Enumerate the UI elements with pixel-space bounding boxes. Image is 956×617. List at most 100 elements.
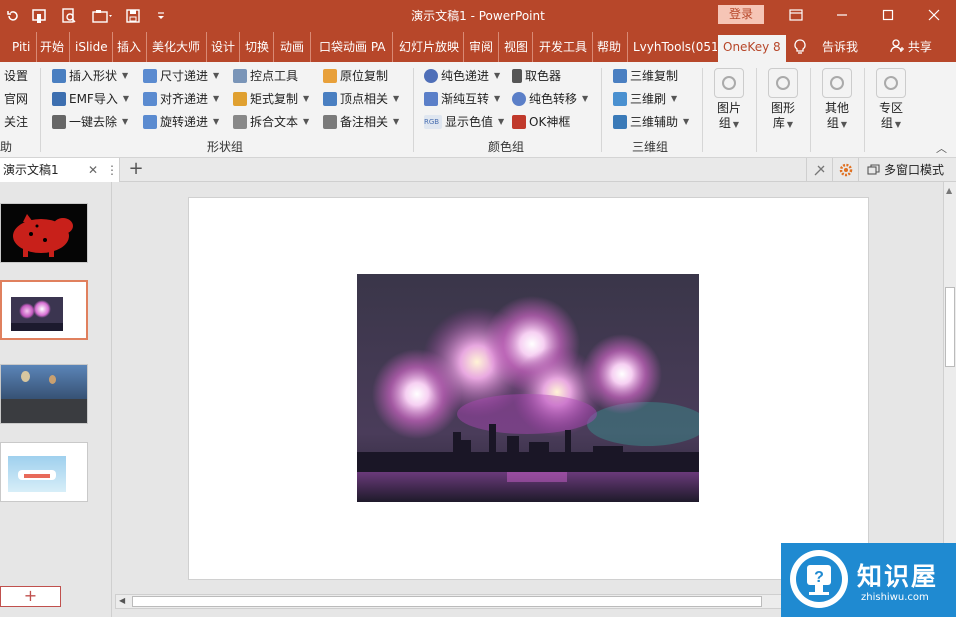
- cube-icon: [613, 92, 627, 106]
- gear-icon[interactable]: [832, 158, 858, 182]
- login-button[interactable]: 登录: [718, 5, 764, 24]
- horizontal-scroll-thumb[interactable]: [132, 596, 762, 607]
- solid-transfer-button[interactable]: 纯色转移 ▼: [512, 89, 588, 109]
- vertex-related-button[interactable]: 顶点相关 ▼: [323, 89, 399, 109]
- share-label: 共享: [907, 40, 932, 54]
- tab-transitions[interactable]: 切换: [241, 32, 274, 62]
- tab-piti[interactable]: Piti: [8, 32, 37, 62]
- tab-animations[interactable]: 动画: [275, 32, 311, 62]
- tab-review[interactable]: 审阅: [465, 32, 499, 62]
- gradient-solid-convert-button[interactable]: 渐纯互转 ▼: [424, 89, 500, 109]
- camera-icon[interactable]: [88, 5, 118, 27]
- new-tab-icon[interactable]: +: [124, 158, 148, 182]
- emf-icon: [52, 92, 66, 106]
- ribbon-display-icon[interactable]: [784, 4, 808, 26]
- close-tab-icon[interactable]: ✕: [88, 158, 98, 182]
- vertical-scroll-thumb[interactable]: [945, 287, 955, 367]
- scroll-up-icon[interactable]: ▲: [946, 186, 952, 195]
- color-picker-button[interactable]: 取色器: [512, 66, 561, 86]
- tab-view[interactable]: 视图: [500, 32, 533, 62]
- slide-thumbnail[interactable]: [0, 364, 88, 424]
- size-progression-button[interactable]: 尺寸递进 ▼: [143, 66, 219, 86]
- ok-frame-button[interactable]: OK神框: [512, 112, 570, 132]
- separator: [40, 68, 41, 152]
- customize-icon[interactable]: [150, 5, 172, 27]
- document-tab[interactable]: 演示文稿1 ✕ ⋮: [0, 158, 120, 182]
- vertical-scrollbar[interactable]: ▲: [943, 182, 956, 592]
- other-group-button[interactable]: 其他组 ▼: [817, 68, 857, 132]
- maximize-icon[interactable]: [876, 4, 900, 26]
- balloons-thumbnail-image: [1, 365, 87, 423]
- 3d-brush-button[interactable]: 三维刷 ▼: [613, 89, 677, 109]
- add-slide-button[interactable]: +: [0, 586, 61, 607]
- align-icon: [143, 92, 157, 106]
- tab-insert[interactable]: 插入: [114, 32, 147, 62]
- insert-shape-button[interactable]: 插入形状 ▼: [52, 66, 128, 86]
- separator: [601, 68, 602, 152]
- one-click-remove-button[interactable]: 一键去除 ▼: [52, 112, 128, 132]
- slide-thumbnails-pane: +: [0, 182, 112, 617]
- 3d-copy-button[interactable]: 三维复制: [613, 66, 678, 86]
- tab-home[interactable]: 开始: [38, 32, 70, 62]
- tab-developer[interactable]: 开发工具: [534, 32, 593, 62]
- windows-icon: [867, 164, 880, 175]
- align-progression-button[interactable]: 对齐递进 ▼: [143, 89, 219, 109]
- website-button[interactable]: 官网: [4, 89, 28, 109]
- group-label-color: 颜色组: [488, 140, 525, 154]
- tab-lvyhtools[interactable]: LvyhTools(051: [629, 32, 717, 62]
- slide-thumbnail-selected[interactable]: [0, 280, 88, 340]
- pin-icon[interactable]: [806, 158, 832, 182]
- tab-help[interactable]: 帮助: [594, 32, 628, 62]
- multi-window-button[interactable]: 多窗口模式: [858, 158, 944, 182]
- matrix-copy-button[interactable]: 矩式复制 ▼: [233, 89, 309, 109]
- show-color-value-button[interactable]: RGB 显示色值 ▼: [424, 112, 504, 132]
- minimize-icon[interactable]: [830, 4, 854, 26]
- piti-icon[interactable]: [28, 5, 50, 27]
- settings-button[interactable]: 设置: [4, 66, 28, 86]
- solid-progression-button[interactable]: 纯色递进 ▼: [424, 66, 500, 86]
- tab-meihua[interactable]: 美化大师: [148, 32, 207, 62]
- fireworks-thumbnail-image: [11, 297, 63, 331]
- close-icon[interactable]: [922, 4, 946, 26]
- horizontal-scrollbar[interactable]: ◀: [115, 594, 783, 609]
- tab-pocket-animation[interactable]: 口袋动画 PA: [312, 32, 393, 62]
- tab-slideshow[interactable]: 幻灯片放映: [394, 32, 464, 62]
- tab-onekey[interactable]: OneKey 8: [718, 35, 786, 62]
- handle-tool-button[interactable]: 控点工具: [233, 66, 298, 86]
- preview-icon[interactable]: [58, 5, 80, 27]
- tell-me-box[interactable]: 告诉我: [822, 32, 858, 62]
- group-label-shape: 形状组: [207, 140, 244, 154]
- share-button[interactable]: 共享: [890, 32, 932, 62]
- shape-library-button[interactable]: 图形库 ▼: [763, 68, 803, 132]
- watermark-url: zhishiwu.com: [861, 592, 929, 603]
- special-zone-button[interactable]: 专区组 ▼: [871, 68, 911, 132]
- scroll-left-icon[interactable]: ◀: [119, 596, 125, 605]
- slide-thumbnail[interactable]: [0, 442, 88, 502]
- rotate-progression-button[interactable]: 旋转递进 ▼: [143, 112, 219, 132]
- tab-design[interactable]: 设计: [208, 32, 240, 62]
- color-drops-icon: [424, 69, 438, 83]
- notes-related-button[interactable]: 备注相关 ▼: [323, 112, 399, 132]
- more-options-icon[interactable]: ⋮: [106, 158, 118, 182]
- fireworks-image[interactable]: [357, 274, 699, 502]
- split-merge-text-button[interactable]: 拆合文本 ▼: [233, 112, 309, 132]
- vertex-icon: [323, 92, 337, 106]
- undo-icon[interactable]: [2, 5, 24, 27]
- group-label-3d: 三维组: [632, 140, 669, 154]
- in-place-copy-button[interactable]: 原位复制: [323, 66, 388, 86]
- copy-icon: [323, 69, 337, 83]
- transfer-icon: [512, 92, 526, 106]
- collapse-ribbon-icon[interactable]: ︿: [936, 140, 947, 156]
- save-icon[interactable]: [122, 5, 144, 27]
- slide-thumbnail[interactable]: [0, 203, 88, 263]
- tab-islide[interactable]: iSlide: [71, 32, 113, 62]
- lightbulb-icon[interactable]: [793, 32, 813, 62]
- svg-text:?: ?: [814, 569, 824, 586]
- handle-icon: [233, 69, 247, 83]
- follow-button[interactable]: 关注: [4, 112, 28, 132]
- matrix-icon: [233, 92, 247, 106]
- emf-import-button[interactable]: EMF导入 ▼: [52, 89, 129, 109]
- 3d-assist-button[interactable]: 三维辅助 ▼: [613, 112, 689, 132]
- picture-group-button[interactable]: 图片组 ▼: [709, 68, 749, 132]
- person-icon: [890, 39, 904, 53]
